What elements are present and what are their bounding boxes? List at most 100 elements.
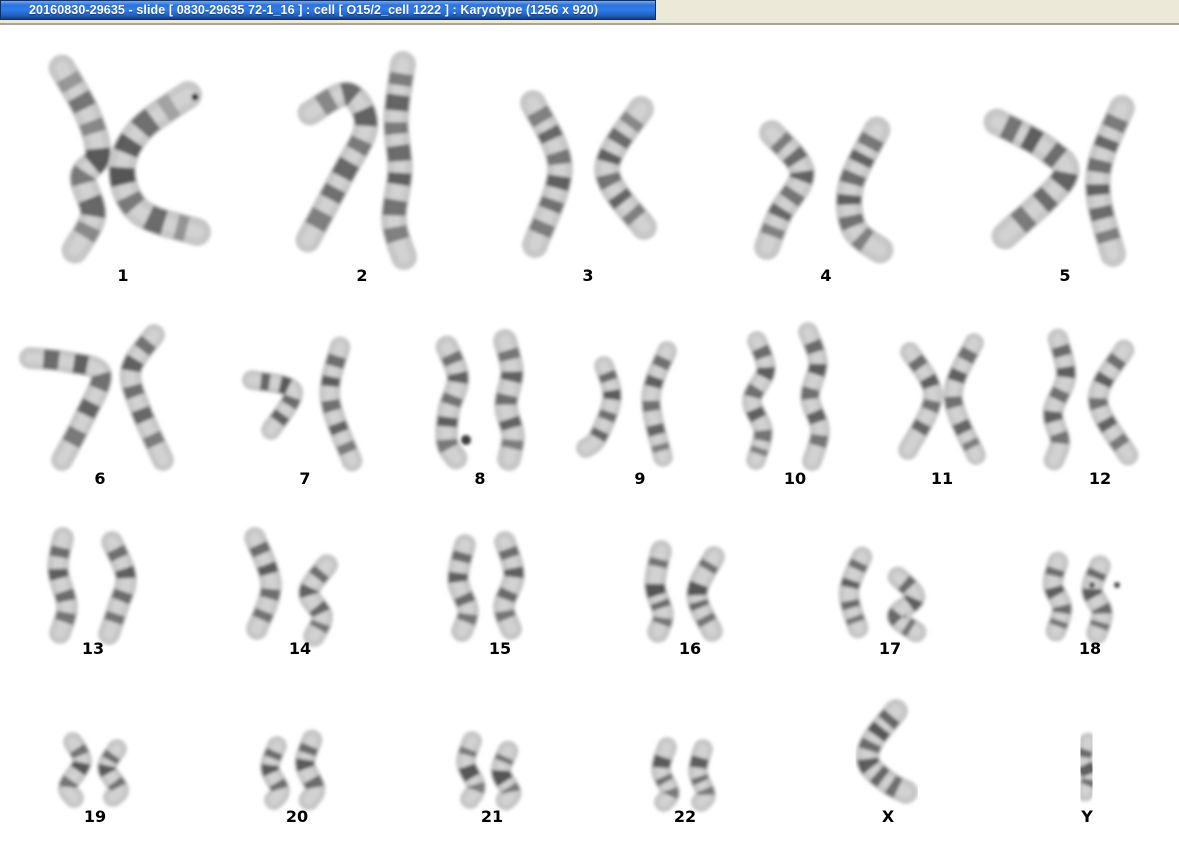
chromosome-16-left[interactable]: [644, 540, 675, 643]
chromosome-label-6: 6: [94, 469, 105, 488]
chromosome-label-21: 21: [481, 807, 503, 826]
chromosome-label-14: 14: [289, 639, 311, 658]
chromosome-21-left[interactable]: [455, 731, 487, 809]
chromosome-22-left[interactable]: [651, 737, 680, 812]
chromosome-6-left[interactable]: [19, 347, 113, 471]
chromosome-label-4: 4: [820, 266, 831, 285]
chromosome-20-left[interactable]: [260, 736, 291, 810]
chromosome-label-16: 16: [679, 639, 701, 658]
chromosome-13-right[interactable]: [98, 531, 138, 645]
chromosome-group-5: [983, 95, 1135, 267]
chromosome-2-right[interactable]: [380, 51, 417, 270]
debris-dot: [1114, 582, 1120, 588]
chromosome-1-right[interactable]: [107, 81, 211, 246]
chromosome-label-X: X: [882, 807, 895, 826]
chromosome-group-14: [244, 527, 338, 647]
chromosome-6-right[interactable]: [119, 324, 174, 471]
chromosome-group-Y: [1073, 732, 1100, 802]
chromosome-9-left[interactable]: [576, 356, 623, 458]
chromosome-3-left[interactable]: [520, 90, 573, 258]
chromosome-14-left[interactable]: [244, 527, 282, 640]
chromosome-2-left[interactable]: [295, 81, 379, 253]
chromosome-group-1: [48, 54, 211, 264]
chromosome-9-right[interactable]: [641, 341, 677, 467]
chromosome-label-20: 20: [286, 807, 308, 826]
chromosome-label-1: 1: [117, 266, 128, 285]
chromosome-group-16: [644, 540, 725, 643]
chromosome-8-right[interactable]: [493, 329, 526, 471]
chromosome-label-9: 9: [634, 469, 645, 488]
chromosome-17-right[interactable]: [886, 566, 927, 643]
chromosome-label-19: 19: [84, 807, 106, 826]
chromosome-20-right[interactable]: [294, 729, 326, 811]
chromosome-group-17: [838, 546, 927, 643]
chromosome-group-X: [855, 699, 918, 804]
chromosome-group-2: [295, 51, 417, 270]
chromosome-4-right[interactable]: [835, 116, 894, 264]
chromosome-label-13: 13: [82, 639, 104, 658]
debris-dot: [191, 93, 199, 101]
chromosome-label-8: 8: [474, 469, 485, 488]
chromosome-label-3: 3: [582, 266, 593, 285]
chromosome-5-left[interactable]: [983, 108, 1080, 250]
chromosome-group-11: [898, 333, 986, 465]
chromosome-10-left[interactable]: [742, 331, 776, 470]
chromosome-X-single[interactable]: [855, 699, 918, 804]
chromosome-group-9: [576, 341, 677, 467]
chromosome-group-8: [435, 329, 526, 471]
title-bar-active-segment[interactable]: 20160830-29635 - slide [ 0830-29635 72-1…: [0, 0, 656, 20]
chromosome-label-Y: Y: [1080, 807, 1093, 826]
debris-dot: [461, 435, 471, 445]
chromosome-11-right[interactable]: [943, 333, 986, 465]
chromosome-Y-single[interactable]: [1073, 732, 1100, 802]
chromosome-group-3: [520, 90, 657, 258]
chromosome-18-right[interactable]: [1081, 555, 1114, 644]
chromosome-17-left[interactable]: [838, 546, 873, 639]
chromosome-label-11: 11: [931, 469, 953, 488]
debris-dot: [1089, 582, 1095, 588]
chromosome-19-right[interactable]: [97, 739, 130, 807]
chromosome-7-left[interactable]: [242, 370, 304, 440]
chromosome-group-19: [57, 732, 130, 808]
chromosome-11-left[interactable]: [898, 342, 943, 460]
window-title: 20160830-29635 - slide [ 0830-29635 72-1…: [29, 3, 599, 17]
karyotype-canvas: 1 2 3 4 56 7 8 9 10 11 1213 14 15 16 17 1819 20 21 22 X Y: [19, 51, 1139, 826]
chromosome-group-22: [651, 737, 716, 812]
chromosome-4-left[interactable]: [754, 120, 815, 260]
title-bar: 20160830-29635 - slide [ 0830-29635 72-1…: [0, 0, 1179, 25]
chromosome-1-left[interactable]: [48, 54, 112, 264]
chromosome-group-13: [46, 527, 138, 645]
chromosome-22-right[interactable]: [687, 739, 716, 812]
chromosome-16-right[interactable]: [686, 546, 725, 642]
chromosome-3-right[interactable]: [594, 96, 657, 240]
chromosome-13-left[interactable]: [46, 527, 78, 644]
chromosome-14-right[interactable]: [298, 554, 338, 647]
chromosome-group-21: [455, 731, 522, 811]
chromosome-12-right[interactable]: [1087, 339, 1139, 466]
chromosome-15-right[interactable]: [493, 531, 525, 640]
chromosome-group-6: [19, 324, 174, 471]
chromosome-label-12: 12: [1089, 469, 1111, 488]
chromosome-10-right[interactable]: [798, 322, 830, 471]
chromosome-group-10: [742, 322, 830, 471]
chromosome-group-7: [242, 336, 363, 472]
chromosome-label-5: 5: [1059, 266, 1070, 285]
chromosome-group-4: [754, 116, 894, 264]
chromosome-group-15: [447, 531, 525, 642]
chromosome-12-left[interactable]: [1042, 328, 1077, 471]
chromosome-21-right[interactable]: [490, 740, 522, 811]
chromosome-7-right[interactable]: [319, 336, 363, 472]
chromosome-15-left[interactable]: [447, 534, 480, 642]
karyotype-window: 1 2 3 4 5 6 7 8 9 10 11 12 13 14 15 16 17 18 19 20 21 22 X Y 20…: [0, 0, 1179, 866]
chromosome-label-10: 10: [784, 469, 806, 488]
chromosome-label-7: 7: [299, 469, 310, 488]
chromosome-group-12: [1042, 328, 1139, 471]
chromosome-group-20: [260, 729, 326, 811]
chromosome-label-2: 2: [356, 266, 367, 285]
chromosome-19-left[interactable]: [57, 732, 92, 808]
chromosome-label-18: 18: [1079, 639, 1101, 658]
chromosome-5-right[interactable]: [1084, 95, 1135, 267]
chromosome-8-left[interactable]: [435, 335, 470, 470]
chromosome-18-left[interactable]: [1042, 551, 1073, 642]
chromosome-label-15: 15: [489, 639, 511, 658]
